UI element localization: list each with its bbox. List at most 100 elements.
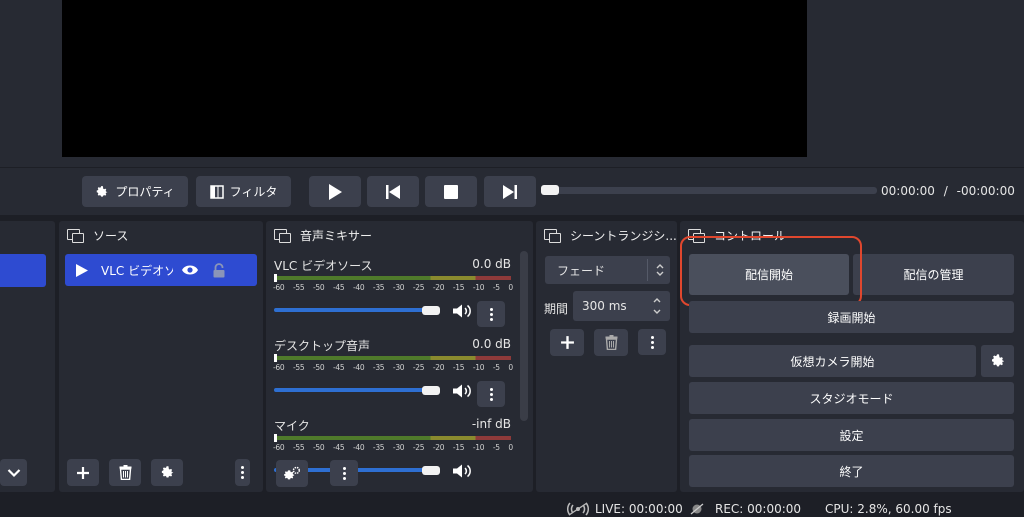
dot-icon	[342, 471, 346, 475]
lock-icon[interactable]	[212, 262, 226, 278]
tick-label: -15	[452, 443, 465, 452]
duration-label: 期間	[544, 302, 569, 316]
add-transition-button[interactable]	[550, 329, 584, 356]
meter-peak-marker	[274, 434, 277, 442]
dot-icon	[489, 397, 493, 401]
dot-icon	[489, 392, 493, 396]
source-properties-button[interactable]	[151, 459, 183, 486]
preview-canvas[interactable]	[62, 0, 807, 157]
channel-more-button[interactable]	[477, 301, 505, 327]
volume-meter	[274, 356, 511, 360]
duration-value: 300 ms	[582, 299, 627, 313]
volume-slider-handle[interactable]	[422, 466, 440, 475]
time-separator: /	[943, 184, 948, 198]
tick-label: -60	[273, 363, 285, 372]
dot-icon	[489, 317, 493, 321]
tick-label: -20	[432, 283, 445, 292]
skip-forward-icon	[503, 184, 517, 199]
next-button[interactable]	[484, 176, 536, 207]
tick-label: -40	[352, 443, 365, 452]
properties-label: プロパティ	[115, 185, 175, 199]
volume-slider[interactable]	[274, 388, 434, 392]
meter-ticks: -60 -55 -50 -45 -40 -35 -30 -25 -20 -15 -10 -5 0	[273, 283, 513, 292]
plus-icon	[77, 466, 89, 479]
properties-button[interactable]: プロパティ	[82, 176, 188, 207]
exit-label: 終了	[839, 464, 864, 479]
settings-button[interactable]: 設定	[689, 419, 1014, 451]
tick-label: -50	[312, 283, 325, 292]
virtual-camera-settings-button[interactable]	[981, 345, 1014, 377]
duration-spinbox[interactable]: 300 ms	[573, 291, 670, 321]
start-virtual-camera-button[interactable]: 仮想カメラ開始	[689, 345, 976, 377]
sources-header: ソース	[59, 221, 263, 249]
mixer-more-button[interactable]	[330, 460, 358, 486]
tick-label: -20	[432, 363, 445, 372]
tick-label: -60	[273, 283, 285, 292]
transitions-title: シーントランジシ...	[570, 228, 677, 243]
chevron-down-icon	[7, 468, 20, 477]
tick-label: -25	[412, 363, 425, 372]
gears-icon	[284, 466, 300, 479]
dot-icon	[241, 466, 244, 469]
dot-icon	[489, 387, 493, 391]
manage-stream-label: 配信の管理	[903, 268, 964, 282]
source-item-vlc[interactable]: VLC ビデオソース	[65, 254, 257, 286]
channel-level: 0.0 dB	[472, 337, 511, 351]
meter-peak-marker	[274, 354, 277, 362]
scenes-dock	[0, 221, 55, 492]
spin-arrows-icon[interactable]	[652, 295, 662, 317]
tick-label: -45	[332, 443, 345, 452]
channel-level: -inf dB	[471, 417, 511, 431]
studio-mode-button[interactable]: スタジオモード	[689, 382, 1014, 414]
volume-slider[interactable]	[274, 308, 434, 312]
trash-icon	[119, 465, 131, 480]
dot-icon	[342, 466, 346, 470]
filters-button[interactable]: フィルタ	[196, 176, 291, 207]
sources-title: ソース	[93, 228, 129, 243]
scene-item-selected[interactable]	[0, 254, 46, 287]
play-icon	[329, 183, 342, 200]
channel-more-button[interactable]	[477, 381, 505, 407]
start-recording-button[interactable]: 録画開始	[689, 301, 1014, 333]
mixer-scrollbar[interactable]	[520, 251, 528, 421]
manage-stream-button[interactable]: 配信の管理	[853, 254, 1014, 295]
channel-name: マイク	[274, 419, 310, 433]
remove-source-button[interactable]	[109, 459, 141, 486]
transitions-header: シーントランジシ...	[536, 221, 677, 249]
seek-bar[interactable]	[541, 187, 877, 194]
tick-label: -25	[412, 283, 425, 292]
mixer-header: 音声ミキサー	[266, 221, 533, 249]
rec-icon	[690, 503, 704, 515]
stop-button[interactable]	[425, 176, 477, 207]
volume-slider-handle[interactable]	[422, 306, 440, 315]
exit-button[interactable]: 終了	[689, 455, 1014, 487]
dot-icon	[342, 476, 346, 480]
sources-more-button[interactable]	[235, 459, 250, 486]
tick-label: -5	[492, 283, 500, 292]
rec-status: REC: 00:00:00	[715, 502, 802, 516]
seek-handle[interactable]	[541, 185, 559, 195]
add-source-button[interactable]	[67, 459, 99, 486]
tick-label: -45	[332, 363, 345, 372]
transition-select[interactable]: フェード	[545, 256, 670, 284]
tick-label: -15	[452, 363, 465, 372]
speaker-icon[interactable]	[452, 304, 472, 318]
tick-label: -15	[452, 283, 465, 292]
filter-icon	[209, 184, 224, 199]
source-item-label: VLC ビデオソース	[101, 263, 173, 278]
channel-name: VLC ビデオソース	[274, 259, 373, 273]
tick-label: -60	[273, 443, 285, 452]
transition-selected: フェード	[557, 263, 606, 278]
transitions-more-button[interactable]	[638, 329, 666, 355]
speaker-icon[interactable]	[452, 464, 472, 478]
previous-button[interactable]	[367, 176, 419, 207]
meter-ticks: -60 -55 -50 -45 -40 -35 -30 -25 -20 -15 -10 -5 0	[273, 363, 513, 372]
scene-chevron-down-button[interactable]	[0, 459, 27, 486]
meter-peak-marker	[274, 274, 277, 282]
speaker-icon[interactable]	[452, 384, 472, 398]
volume-slider-handle[interactable]	[422, 386, 440, 395]
play-button[interactable]	[309, 176, 361, 207]
remove-transition-button[interactable]	[594, 329, 628, 356]
eye-icon[interactable]	[181, 264, 199, 276]
mixer-settings-button[interactable]	[276, 460, 308, 487]
